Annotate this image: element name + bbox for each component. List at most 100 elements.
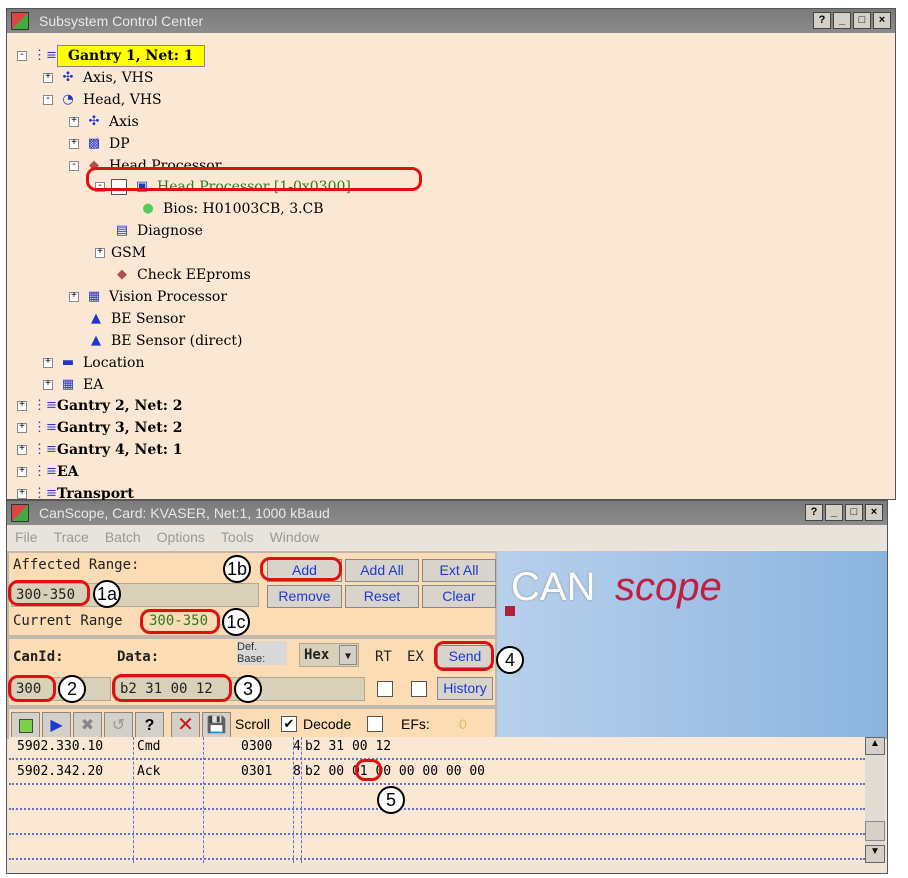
scroll-down-button[interactable]: ▼ (865, 845, 885, 863)
expand-icon[interactable]: + (17, 467, 27, 478)
network-icon: ⋮≡ (33, 48, 57, 63)
expand-icon[interactable]: + (43, 357, 53, 368)
collapse-icon[interactable]: - (43, 94, 53, 105)
message-log[interactable]: 5902.330.10 Cmd 0300 4 b2 31 00 12 5902.342.2… (9, 737, 865, 863)
undo-button[interactable]: ↺ (104, 712, 133, 739)
tree-item[interactable]: + ▬ Location (43, 353, 144, 373)
expand-icon[interactable]: + (43, 72, 53, 83)
add-all-button[interactable]: Add All (345, 559, 419, 582)
expand-icon[interactable]: + (95, 248, 105, 259)
tree-item[interactable]: + ▦ EA (43, 375, 103, 395)
tree-item[interactable]: + ⋮≡ Gantry 3, Net: 2 (17, 418, 183, 438)
window-title: CanScope, Card: KVASER, Net:1, 1000 kBau… (39, 505, 330, 521)
chip-icon: ◆ (117, 267, 127, 282)
log-row[interactable]: 5902.342.20 Ack 0301 8 b2 00 01 00 00 00 00 … (9, 762, 865, 785)
log-len: 8 (293, 764, 301, 779)
expand-icon[interactable]: + (17, 401, 27, 412)
scroll-thumb[interactable] (865, 821, 885, 841)
scrollbar[interactable]: ▲ ▼ (865, 737, 885, 863)
collapse-icon[interactable]: - (69, 160, 79, 171)
menu-window[interactable]: Window (270, 525, 320, 549)
tree-item[interactable]: + GSM (95, 243, 146, 263)
expand-icon[interactable]: + (17, 489, 27, 499)
ex-checkbox[interactable] (411, 681, 427, 697)
clear-button[interactable]: Clear (422, 585, 496, 608)
collapse-icon[interactable]: - (17, 51, 27, 61)
tree-item-label: Gantry 1, Net: 1 (57, 45, 205, 67)
tree-item[interactable]: + ✣ Axis (69, 112, 139, 132)
title-bar: CanScope, Card: KVASER, Net:1, 1000 kBau… (7, 501, 887, 525)
delete-button[interactable]: ✕ (171, 712, 200, 739)
menu-trace[interactable]: Trace (54, 525, 89, 549)
logo-can: CAN (511, 565, 596, 609)
annotation-1a: 1a (93, 580, 121, 608)
menu-file[interactable]: File (15, 525, 38, 549)
highlight-add (260, 557, 342, 581)
menu-options[interactable]: Options (157, 525, 205, 549)
save-button[interactable]: 💾 (202, 712, 231, 739)
location-icon: ▬ (61, 354, 75, 370)
decode-checkbox[interactable] (367, 716, 383, 732)
tree-item[interactable]: + ⋮≡ EA (17, 462, 79, 482)
log-type: Cmd (137, 739, 161, 754)
tree-item[interactable]: + ⋮≡ Gantry 4, Net: 1 (17, 440, 183, 460)
scroll-up-button[interactable]: ▲ (865, 737, 885, 755)
help-button[interactable]: ? (135, 712, 164, 739)
device-tree[interactable]: - ⋮≡ Gantry 1, Net: 1 + ✣ Axis, VHS - ◔ Head, VH… (7, 33, 895, 502)
tree-item[interactable]: ▤ Diagnose (113, 221, 203, 241)
maximize-button[interactable]: □ (853, 12, 871, 29)
stop-button[interactable]: ✖ (73, 712, 102, 739)
annotation-4: 4 (496, 646, 524, 674)
tree-item[interactable]: + ✣ Axis, VHS (43, 68, 153, 88)
start-button[interactable] (11, 712, 40, 739)
tree-item[interactable]: + ▩ DP (69, 134, 130, 154)
network-icon: ⋮≡ (33, 398, 57, 414)
expand-icon[interactable]: + (17, 423, 27, 434)
remove-button[interactable]: Remove (267, 585, 342, 608)
close-button[interactable]: × (865, 504, 883, 521)
tree-item[interactable]: ▲ BE Sensor (direct) (87, 331, 242, 351)
sensor-icon: ▲ (91, 310, 101, 326)
menu-tools[interactable]: Tools (221, 525, 254, 549)
ext-all-button[interactable]: Ext All (422, 559, 496, 582)
minimize-button[interactable]: _ (825, 504, 843, 521)
log-len: 4 (293, 739, 301, 754)
tree-item-label: Gantry 3, Net: 2 (57, 420, 183, 437)
log-row[interactable] (9, 812, 865, 835)
rt-checkbox[interactable] (377, 681, 393, 697)
expand-icon[interactable]: + (69, 138, 79, 149)
help-button[interactable]: ? (813, 12, 831, 29)
tree-item-label: Location (83, 354, 145, 371)
dp-icon: ▩ (87, 135, 101, 151)
history-button[interactable]: History (437, 677, 493, 700)
tree-item[interactable]: ◆ Check EEproms (113, 265, 251, 285)
network-icon: ⋮≡ (33, 442, 57, 458)
expand-icon[interactable]: + (69, 291, 79, 302)
log-data: b2 31 00 12 (305, 739, 392, 754)
highlight-current-range (140, 609, 220, 634)
tree-item[interactable]: ● Bios: H01003CB, 3.CB (139, 199, 323, 219)
log-row[interactable] (9, 837, 865, 860)
expand-icon[interactable]: + (69, 116, 79, 127)
tree-item[interactable]: - ◔ Head, VHS (43, 90, 162, 110)
log-row[interactable] (9, 787, 865, 810)
tree-item[interactable]: ▲ BE Sensor (87, 309, 185, 329)
tree-item[interactable]: + ▦ Vision Processor (69, 287, 227, 307)
tree-item-label: EA (57, 464, 79, 481)
tree-item[interactable]: - ⋮≡ Gantry 1, Net: 1 (17, 45, 205, 67)
expand-icon[interactable]: + (43, 379, 53, 390)
reset-button[interactable]: Reset (345, 585, 419, 608)
close-button[interactable]: × (873, 12, 891, 29)
diagnose-icon: ▤ (115, 223, 129, 239)
menu-batch[interactable]: Batch (105, 525, 141, 549)
scroll-checkbox[interactable]: ✔ (281, 716, 297, 732)
play-button[interactable]: ▶ (42, 712, 71, 739)
grid-icon: ▦ (61, 376, 75, 392)
minimize-button[interactable]: _ (833, 12, 851, 29)
log-row[interactable]: 5902.330.10 Cmd 0300 4 b2 31 00 12 (9, 737, 865, 760)
help-button[interactable]: ? (805, 504, 823, 521)
expand-icon[interactable]: + (17, 445, 27, 456)
def-base-select[interactable]: Hex ▼ (299, 643, 359, 667)
tree-item[interactable]: + ⋮≡ Gantry 2, Net: 2 (17, 396, 183, 416)
maximize-button[interactable]: □ (845, 504, 863, 521)
